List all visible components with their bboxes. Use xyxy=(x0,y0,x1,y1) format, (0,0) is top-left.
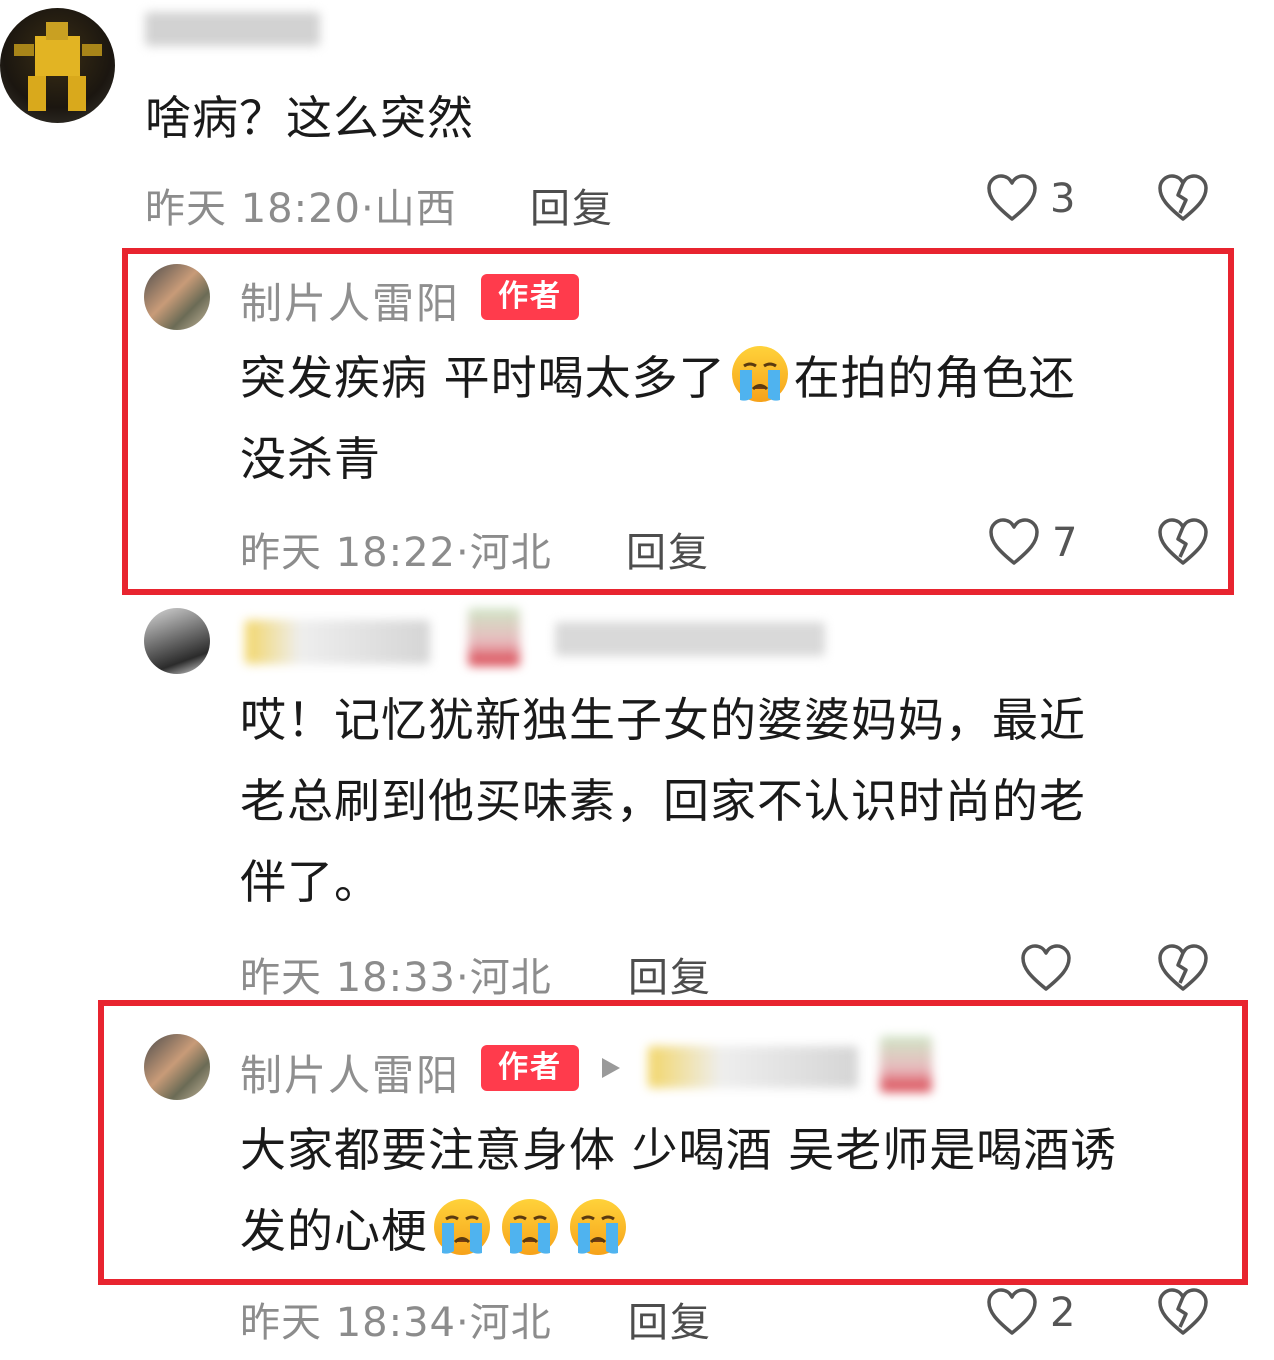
comment-text-line1b: 在拍的角色还 xyxy=(793,351,1076,405)
crying-face-emoji xyxy=(432,1197,492,1257)
comment-location: 河北 xyxy=(469,530,552,576)
crying-face-emoji xyxy=(730,344,790,404)
like-count: 3 xyxy=(1050,176,1076,222)
author-avatar[interactable] xyxy=(144,264,210,330)
author-avatar[interactable] xyxy=(144,1034,210,1100)
username-blurred[interactable] xyxy=(145,12,320,46)
like-count: 7 xyxy=(1052,520,1078,566)
comment-text-line2: 发的心梗 xyxy=(240,1204,428,1258)
username-blurred xyxy=(468,608,520,666)
broken-heart-icon[interactable] xyxy=(1156,1287,1210,1337)
comment-text: 啥病？这么突然 xyxy=(145,91,474,145)
username-blurred xyxy=(880,1036,932,1092)
username-blurred xyxy=(555,622,825,656)
reply-button[interactable]: 回复 xyxy=(628,945,712,1003)
comment-text: 哎！记忆犹新独生子女的婆婆妈妈，最近 老总刷到他买味素，回家不认识时尚的老 伴了… xyxy=(240,680,1086,923)
comment-text-line1: 突发疾病 平时喝太多了 xyxy=(240,351,726,405)
heart-outline-icon[interactable] xyxy=(1020,943,1072,993)
crying-face-emoji xyxy=(500,1197,560,1257)
crying-face-emoji xyxy=(568,1197,628,1257)
username-blurred[interactable] xyxy=(245,620,430,664)
username-blurred[interactable] xyxy=(648,1046,858,1088)
meta-separator: · xyxy=(456,1300,470,1346)
reply-button[interactable]: 回复 xyxy=(628,1290,712,1348)
avatar[interactable] xyxy=(0,8,115,123)
comment-meta: 昨天 18:20·山西 xyxy=(145,176,457,234)
comment-time: 昨天 18:20 xyxy=(145,186,361,232)
comment-meta: 昨天 18:34·河北 xyxy=(240,1290,552,1348)
comment-text: 突发疾病 平时喝太多了 在拍的角色还 没杀青 xyxy=(240,338,1200,500)
play-arrow-icon xyxy=(600,1056,622,1080)
comment-location: 河北 xyxy=(469,1300,552,1346)
meta-separator: · xyxy=(361,186,375,232)
comment-time: 昨天 18:33 xyxy=(240,955,456,1001)
comment-time: 昨天 18:34 xyxy=(240,1300,456,1346)
author-username[interactable]: 制片人雷阳 xyxy=(240,1042,460,1103)
comment-text-line3: 伴了。 xyxy=(240,855,381,909)
comment-time: 昨天 18:22 xyxy=(240,530,456,576)
comment-meta: 昨天 18:22·河北 xyxy=(240,520,552,578)
meta-separator: · xyxy=(456,530,470,576)
broken-heart-icon[interactable] xyxy=(1156,517,1210,567)
heart-outline-icon[interactable] xyxy=(988,517,1040,567)
broken-heart-icon[interactable] xyxy=(1156,943,1210,993)
broken-heart-icon[interactable] xyxy=(1156,173,1210,223)
reply-button[interactable]: 回复 xyxy=(626,520,710,578)
heart-outline-icon[interactable] xyxy=(986,173,1038,223)
comment-text: 大家都要注意身体 少喝酒 吴老师是喝酒诱 发的心梗 xyxy=(240,1110,1230,1272)
comment-text-line2: 没杀青 xyxy=(240,432,381,486)
heart-outline-icon[interactable] xyxy=(986,1287,1038,1337)
comment-location: 山西 xyxy=(374,186,457,232)
comment-location: 河北 xyxy=(469,955,552,1001)
comment-text-line1: 大家都要注意身体 少喝酒 吴老师是喝酒诱 xyxy=(240,1123,1118,1177)
reply-button[interactable]: 回复 xyxy=(530,176,614,234)
author-badge: 作者 xyxy=(481,1045,579,1091)
comment-text-line2: 老总刷到他买味素，回家不认识时尚的老 xyxy=(240,774,1086,828)
comment-meta: 昨天 18:33·河北 xyxy=(240,945,552,1003)
author-username[interactable]: 制片人雷阳 xyxy=(240,270,460,331)
like-count: 2 xyxy=(1050,1290,1076,1336)
comment-text-line1: 哎！记忆犹新独生子女的婆婆妈妈，最近 xyxy=(240,693,1086,747)
meta-separator: · xyxy=(456,955,470,1001)
avatar[interactable] xyxy=(144,608,210,674)
author-badge: 作者 xyxy=(481,274,579,320)
